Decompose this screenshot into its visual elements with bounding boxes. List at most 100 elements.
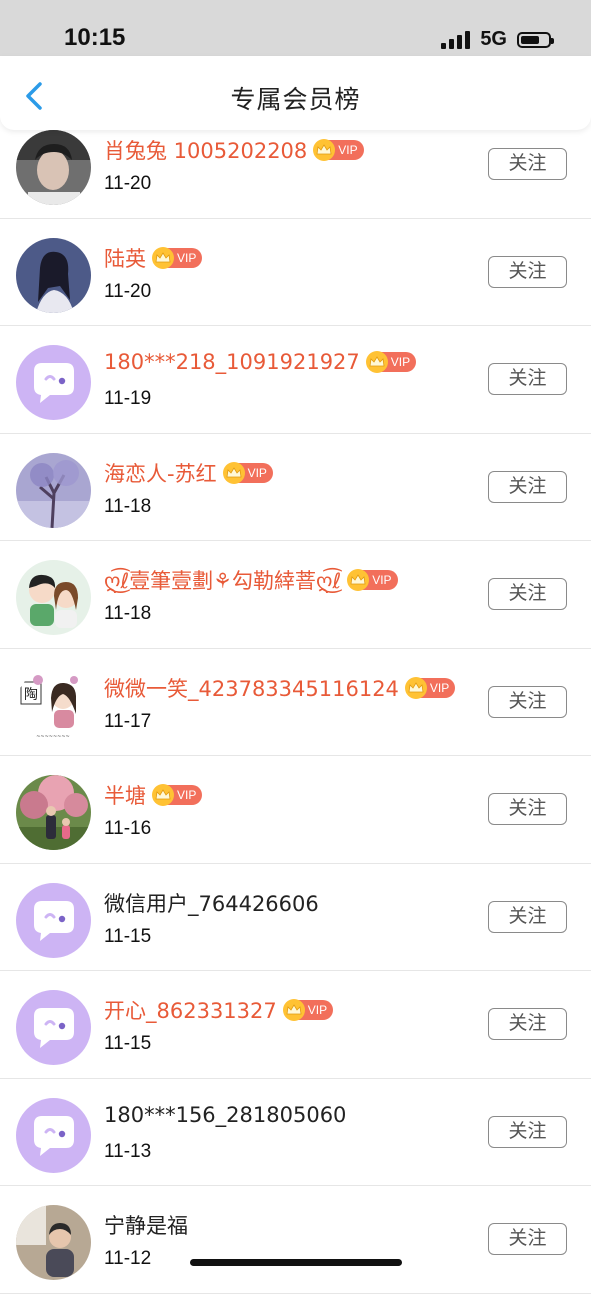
follow-button[interactable]: 关注 [488, 578, 567, 610]
avatar[interactable]: 陶 ~~~~~~~~ [16, 667, 91, 743]
svg-text:~~~~~~~~: ~~~~~~~~ [36, 734, 70, 740]
crown-icon [222, 461, 245, 484]
avatar[interactable] [16, 882, 91, 958]
member-date: 11-13 [104, 1140, 152, 1162]
member-name-text: 180***156_281805060 [104, 1102, 347, 1127]
member-name-text: 开心_862331327 [104, 999, 277, 1023]
member-name: 180***218_1091921927 VIP [104, 350, 417, 374]
list-item[interactable]: 半塘 VIP 11-16 关注 [0, 756, 591, 864]
avatar[interactable] [16, 1097, 91, 1173]
member-name-text: 半塘 [104, 784, 146, 808]
member-date: 11-20 [104, 173, 152, 194]
avatar[interactable] [16, 990, 91, 1065]
member-name: 肖兔兔 1005202208 VIP [104, 135, 364, 165]
vip-label: VIP [372, 573, 392, 587]
crown-icon [404, 676, 427, 699]
member-date: 11-15 [104, 1033, 152, 1054]
member-date: 11-18 [104, 495, 152, 517]
vip-label: VIP [177, 250, 197, 265]
follow-button[interactable]: 关注 [488, 470, 567, 503]
member-name: 微信用户_764426606 [104, 888, 319, 918]
list-item[interactable]: 陆英 VIP 11-20 关注 [0, 219, 591, 326]
page-title: 专属会员榜 [230, 85, 361, 114]
vip-label: VIP [247, 465, 267, 480]
avatar[interactable] [16, 775, 91, 850]
list-item[interactable]: 微信用户_764426606 11-15 关注 [0, 864, 591, 971]
member-date: 11-20 [104, 280, 152, 302]
svg-text:陶: 陶 [24, 687, 38, 703]
crown-icon [347, 569, 370, 591]
follow-button[interactable]: 关注 [488, 1008, 567, 1040]
vip-badge: VIP [282, 999, 334, 1021]
navigation-bar: 专属会员榜 [0, 56, 591, 130]
member-name: 开心_862331327 VIP [104, 995, 334, 1025]
vip-badge: VIP [313, 139, 364, 161]
member-name: 微微一笑_423783345116124 VIP [104, 673, 456, 703]
member-name-text: ღ͜͡ℓ壹筆壹劃⚘勾勒緈萻ღ͜͡ℓ [104, 569, 342, 593]
avatar[interactable] [16, 345, 91, 420]
status-indicators: 5G [441, 28, 554, 51]
list-item[interactable]: ღ͜͡ℓ壹筆壹劃⚘勾勒緈萻ღ͜͡ℓ VIP 11-18 关注 [0, 541, 591, 649]
crown-icon [152, 784, 174, 806]
member-name-text: 陆英 [104, 246, 146, 271]
member-date: 11-12 [104, 1248, 152, 1269]
status-bar: 10:15 5G [0, 0, 591, 56]
member-name-text: 肖兔兔 1005202208 [104, 139, 308, 163]
avatar[interactable] [16, 452, 91, 528]
home-indicator [190, 1259, 402, 1266]
network-type: 5G [480, 28, 507, 50]
member-name: 海恋人-苏红 VIP [104, 458, 273, 488]
avatar[interactable] [16, 1205, 91, 1280]
vip-badge: VIP [404, 676, 456, 699]
list-item[interactable]: 180***218_1091921927 VIP 11-19 关注 [0, 326, 591, 434]
list-item[interactable]: 海恋人-苏红 VIP 11-18 关注 [0, 434, 591, 541]
member-name: 宁静是福 [104, 1210, 188, 1240]
signal-icon [441, 30, 471, 49]
vip-label: VIP [429, 680, 450, 695]
member-name-text: 海恋人-苏红 [104, 461, 217, 486]
member-list: 肖兔兔 1005202208 VIP 11-20 关注 陆英 VIP 11-20 关注 18… [0, 111, 591, 1294]
crown-icon [282, 999, 305, 1021]
follow-button[interactable]: 关注 [488, 148, 567, 180]
vip-label: VIP [390, 355, 411, 369]
member-date: 11-17 [104, 710, 152, 732]
member-date: 11-16 [104, 818, 152, 839]
battery-icon [517, 31, 554, 48]
follow-button[interactable]: 关注 [488, 363, 567, 395]
vip-label: VIP [177, 788, 197, 802]
avatar[interactable] [16, 560, 91, 635]
list-item[interactable]: 180***156_281805060 11-13 关注 [0, 1079, 591, 1186]
vip-badge: VIP [152, 784, 203, 806]
list-item[interactable]: 开心_862331327 VIP 11-15 关注 [0, 971, 591, 1079]
member-name-text: 宁静是福 [104, 1214, 188, 1238]
member-name-text: 180***218_1091921927 [104, 350, 360, 374]
crown-icon [365, 351, 388, 373]
follow-button[interactable]: 关注 [488, 1223, 567, 1255]
follow-button[interactable]: 关注 [488, 900, 567, 933]
member-name: 半塘 VIP [104, 780, 203, 810]
member-name-text: 微微一笑_423783345116124 [104, 676, 399, 701]
vip-badge: VIP [365, 351, 417, 373]
member-name: ღ͜͡ℓ壹筆壹劃⚘勾勒緈萻ღ͜͡ℓ VIP [104, 565, 398, 595]
member-date: 11-15 [104, 925, 152, 947]
follow-button[interactable]: 关注 [488, 255, 567, 288]
vip-label: VIP [338, 143, 358, 157]
follow-button[interactable]: 关注 [488, 1115, 567, 1148]
member-name: 180***156_281805060 [104, 1103, 346, 1127]
avatar[interactable] [16, 130, 91, 205]
crown-icon [313, 139, 336, 161]
avatar[interactable] [16, 237, 91, 313]
crown-icon [152, 246, 174, 269]
vip-label: VIP [307, 1003, 328, 1017]
list-item[interactable]: 陶 ~~~~~~~~ 微微一笑_423783345116124 VIP 11-17 关注 [0, 649, 591, 756]
member-date: 11-19 [104, 388, 152, 409]
follow-button[interactable]: 关注 [488, 685, 567, 718]
vip-badge: VIP [152, 246, 203, 269]
member-name-text: 微信用户_764426606 [104, 891, 319, 916]
follow-button[interactable]: 关注 [488, 793, 567, 825]
vip-badge: VIP [222, 461, 273, 484]
member-name: 陆英 VIP [104, 243, 203, 273]
member-date: 11-18 [104, 603, 152, 624]
list-item[interactable]: 宁静是福 11-12 关注 [0, 1186, 591, 1294]
status-time: 10:15 [64, 24, 126, 51]
